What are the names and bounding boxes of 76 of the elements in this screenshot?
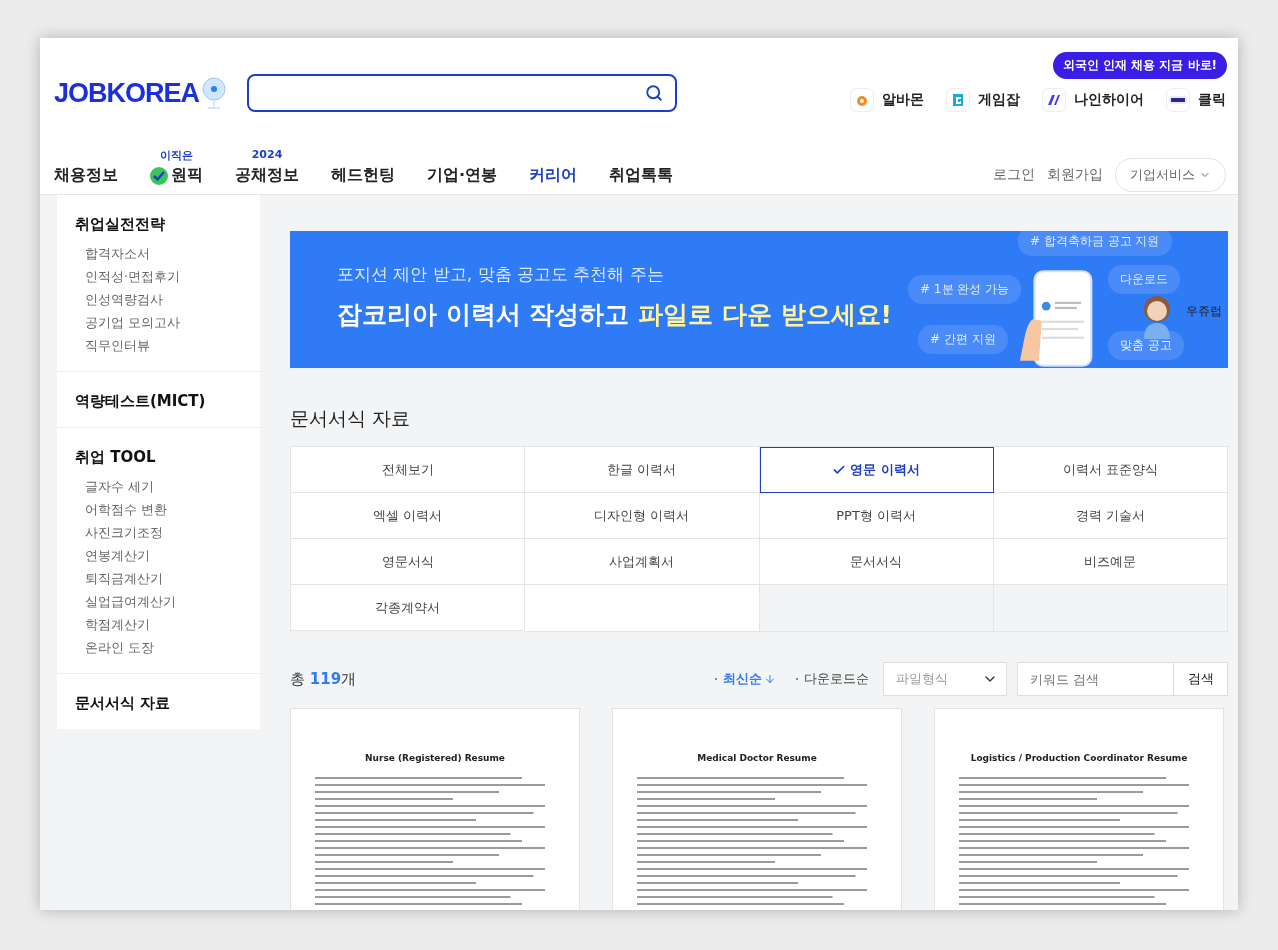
sidebar-item[interactable]: 온라인 도장 xyxy=(75,640,242,657)
search-field[interactable] xyxy=(247,74,678,112)
sidebar-heading[interactable]: 역량테스트(MICT) xyxy=(75,392,242,411)
sidebar-item[interactable]: 사진크기조정 xyxy=(75,525,242,542)
sidebar-heading[interactable]: 취업 TOOL xyxy=(75,448,242,467)
banner-title: 잡코리아 이력서 작성하고 파일로 다운 받으세요! xyxy=(337,299,892,331)
category-tab[interactable]: 전체보기 xyxy=(291,447,526,493)
category-tab[interactable]: 경력 기술서 xyxy=(993,493,1228,539)
category-tab[interactable]: PPT형 이력서 xyxy=(759,493,994,539)
sidebar-item[interactable]: 인적성·면접후기 xyxy=(75,269,242,286)
document-card[interactable]: Nurse (Registered) Resume xyxy=(290,708,580,910)
sort-option[interactable]: 다운로드순 xyxy=(796,670,869,688)
document-card[interactable]: Logistics / Production Coordinator Resume xyxy=(934,708,1224,910)
jobkorea-logo[interactable]: JOBKOREA xyxy=(54,77,200,109)
document-title: Logistics / Production Coordinator Resume xyxy=(970,753,1188,763)
category-tab[interactable]: 엑셀 이력서 xyxy=(291,493,526,539)
banner-tag: # 합격축하금 공고 지원 xyxy=(1018,231,1172,256)
document-card[interactable]: Medical Doctor Resume xyxy=(612,708,902,910)
category-tab[interactable]: 사업계획서 xyxy=(525,539,760,585)
arrow-down-icon xyxy=(764,673,776,685)
category-tab[interactable]: 비즈예문 xyxy=(993,539,1228,585)
nav-tab[interactable]: 커리어 xyxy=(529,165,578,186)
site-logo-icon xyxy=(946,88,970,112)
mascot-label: 우쥬럽 xyxy=(1186,303,1222,320)
fan-icon xyxy=(201,76,228,110)
banner-tag: 다운로드 xyxy=(1108,265,1180,294)
sidebar-heading[interactable]: 취업실전전략 xyxy=(75,215,242,234)
sidebar-item[interactable]: 실업급여계산기 xyxy=(75,594,242,611)
site-logo-icon xyxy=(1166,88,1190,112)
section-title: 문서서식 자료 xyxy=(290,406,412,431)
sidebar-item[interactable]: 어학점수 변환 xyxy=(75,502,242,519)
sidebar-item[interactable]: 합격자소서 xyxy=(75,246,242,263)
site-logo-icon xyxy=(850,88,874,112)
banner-tag: 맞춤 공고 xyxy=(1108,331,1184,360)
sidebar-heading[interactable]: 문서서식 자료 xyxy=(75,694,242,713)
family-site-link[interactable]: 게임잡 xyxy=(946,88,1020,112)
category-tab[interactable]: 디자인형 이력서 xyxy=(525,493,760,539)
family-site-link[interactable]: 클릭 xyxy=(1166,88,1226,112)
family-site-link[interactable]: 나인하이어 xyxy=(1042,88,1144,112)
banner-tag: # 1분 완성 가능 xyxy=(908,275,1022,304)
result-count: 총 119개 xyxy=(290,669,357,689)
promo-banner[interactable]: 포지션 제안 받고, 맞춤 공고도 추천해 주는 잡코리아 이력서 작성하고 파일로 다운 받으세요! # 합격축하금 공고 지원 # 1분 완성 가능 # 간편 지원 다운로드 맞춤 공고 우쥬럽 xyxy=(290,231,1228,368)
login-link[interactable]: 로그인 xyxy=(993,166,1035,184)
family-site-link[interactable]: 알바몬 xyxy=(850,88,924,112)
promo-bubble[interactable]: 외국인 인재 채용 지금 바로! xyxy=(1052,52,1227,79)
category-tab[interactable]: 영문 이력서 xyxy=(759,447,994,493)
sidebar-item[interactable]: 직무인터뷰 xyxy=(75,338,242,355)
nav-tab[interactable]: 취업톡톡 xyxy=(609,165,674,186)
sidebar-item[interactable]: 공기업 모의고사 xyxy=(75,315,242,332)
category-tab[interactable]: 영문서식 xyxy=(291,539,526,585)
search-button[interactable]: 검색 xyxy=(1173,662,1228,696)
signup-link[interactable]: 회원가입 xyxy=(1047,166,1103,184)
check-circle-icon xyxy=(150,166,168,185)
document-title: Medical Doctor Resume xyxy=(697,753,817,763)
nav-tab[interactable]: 채용정보 xyxy=(54,165,118,186)
site-logo-icon xyxy=(1042,88,1066,112)
sidebar-item[interactable]: 연봉계산기 xyxy=(75,548,242,565)
nav-caption: 이직은 xyxy=(160,148,193,163)
category-tab[interactable]: 각종계약서 xyxy=(291,585,526,631)
nav-caption: 2024 xyxy=(251,148,283,161)
category-tab[interactable]: 이력서 표준양식 xyxy=(993,447,1228,493)
sidebar-item[interactable]: 학점계산기 xyxy=(75,617,242,634)
nav-tab[interactable]: 기업·연봉 xyxy=(427,165,498,186)
banner-tag: # 간편 지원 xyxy=(918,325,1008,354)
sidebar-item[interactable]: 글자수 세기 xyxy=(75,479,242,496)
search-icon[interactable] xyxy=(645,84,664,102)
banner-subtitle: 포지션 제안 받고, 맞춤 공고도 추천해 주는 xyxy=(337,263,665,286)
sidebar-item[interactable]: 인성역량검사 xyxy=(75,292,242,309)
sort-option[interactable]: 최신순 xyxy=(715,670,776,688)
nav-tab[interactable]: 헤드헌팅 xyxy=(331,165,395,186)
business-services-button[interactable]: 기업서비스 xyxy=(1115,158,1226,192)
keyword-field[interactable]: 키워드 검색 xyxy=(1017,662,1173,696)
document-title: Nurse (Registered) Resume xyxy=(365,753,505,763)
category-tab[interactable]: 한글 이력서 xyxy=(525,447,760,493)
category-tab[interactable]: 문서서식 xyxy=(759,539,994,585)
sidebar-item[interactable]: 퇴직금계산기 xyxy=(75,571,242,588)
